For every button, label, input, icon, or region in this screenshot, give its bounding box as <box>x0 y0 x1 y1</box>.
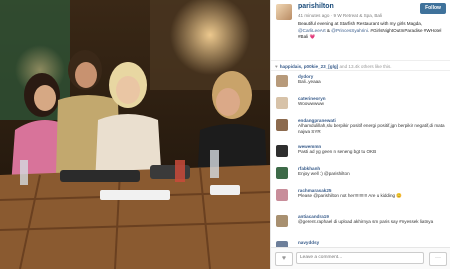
heart-emoji-icon: 💗 <box>309 34 316 40</box>
comment: caterineoryn Woowwwww <box>271 94 450 116</box>
comment: wewemmn Pasti ad yg geen n seneng bgt tu … <box>271 142 450 164</box>
comment-avatar[interactable] <box>276 119 288 131</box>
post-header: parishilton Follow 41 minutes ago · 9 W … <box>271 0 450 60</box>
comment-text: Alhamdulillah,slu berpikir positif energ… <box>298 123 445 134</box>
comment: rfabkhanh Enjoy well :) @parishilton <box>271 164 450 186</box>
comment-text: Pasti ad yg geen n seneng bgt tu OKB <box>298 149 377 154</box>
comment-text: @gerent.raphael di upload akhirnya sm pa… <box>298 219 434 224</box>
comment-avatar[interactable] <box>276 145 288 157</box>
post-photo[interactable] <box>0 0 270 269</box>
like-heart-icon[interactable]: ♥ <box>275 252 293 266</box>
comment-text: Enjoy well :) @parishilton <box>298 171 350 176</box>
comment: rachmarasak25 Please @parishilton not her… <box>271 186 450 212</box>
comment-text: Bali..yeaaa <box>298 79 321 84</box>
post-caption: Beautiful evening at Starfish Restaurant… <box>298 21 444 41</box>
comment-avatar[interactable] <box>276 75 288 87</box>
comment-avatar[interactable] <box>276 97 288 109</box>
plates <box>60 170 140 182</box>
heart-icon: ♥ <box>275 64 278 69</box>
comment-text: Please @parishilton not her!!!!!!!!!! Ar… <box>298 193 403 198</box>
likes-bar: ♥ happidais, p00kie_23_[glg] and 13.4k ot… <box>271 60 450 71</box>
comment: dydory Bali..yeaaa <box>271 72 450 94</box>
comment-footer: ♥ ··· <box>271 247 450 269</box>
likes-count-text: and 13.4k others like this. <box>338 64 392 69</box>
avatar[interactable] <box>276 4 292 20</box>
post-side-panel: parishilton Follow 41 minutes ago · 9 W … <box>270 0 450 269</box>
more-options-icon[interactable]: ··· <box>429 252 447 266</box>
instagram-post: parishilton Follow 41 minutes ago · 9 W … <box>0 0 450 269</box>
photo-scene <box>0 0 270 269</box>
comment: antiacandra19 @gerent.raphael di upload a… <box>271 212 450 238</box>
mention-link[interactable]: @PrincesSyahrini <box>331 28 368 33</box>
comment-avatar[interactable] <box>276 167 288 179</box>
comment: endangpranewati Alhamdulillah,slu berpiki… <box>271 116 450 142</box>
comment-input[interactable] <box>296 252 424 264</box>
follow-button[interactable]: Follow <box>420 3 446 14</box>
comment-text: Woowwwww <box>298 101 324 106</box>
comment-avatar[interactable] <box>276 215 288 227</box>
likes-users[interactable]: happidais, p00kie_23_[glg] <box>280 64 338 69</box>
comments-list: dydory Bali..yeaaa caterineoryn Woowwwww e… <box>271 72 450 248</box>
mention-link[interactable]: @CarliLeeArt <box>298 28 326 33</box>
comment-avatar[interactable] <box>276 189 288 201</box>
caption-text-1: Beautiful evening at Starfish Restaurant… <box>298 21 423 26</box>
glass <box>20 160 28 185</box>
post-meta: 41 minutes ago · 9 W Retreat & Spa, Bali <box>298 13 383 18</box>
comment-username[interactable]: navyddsy <box>298 240 450 245</box>
username[interactable]: parishilton <box>298 3 334 10</box>
